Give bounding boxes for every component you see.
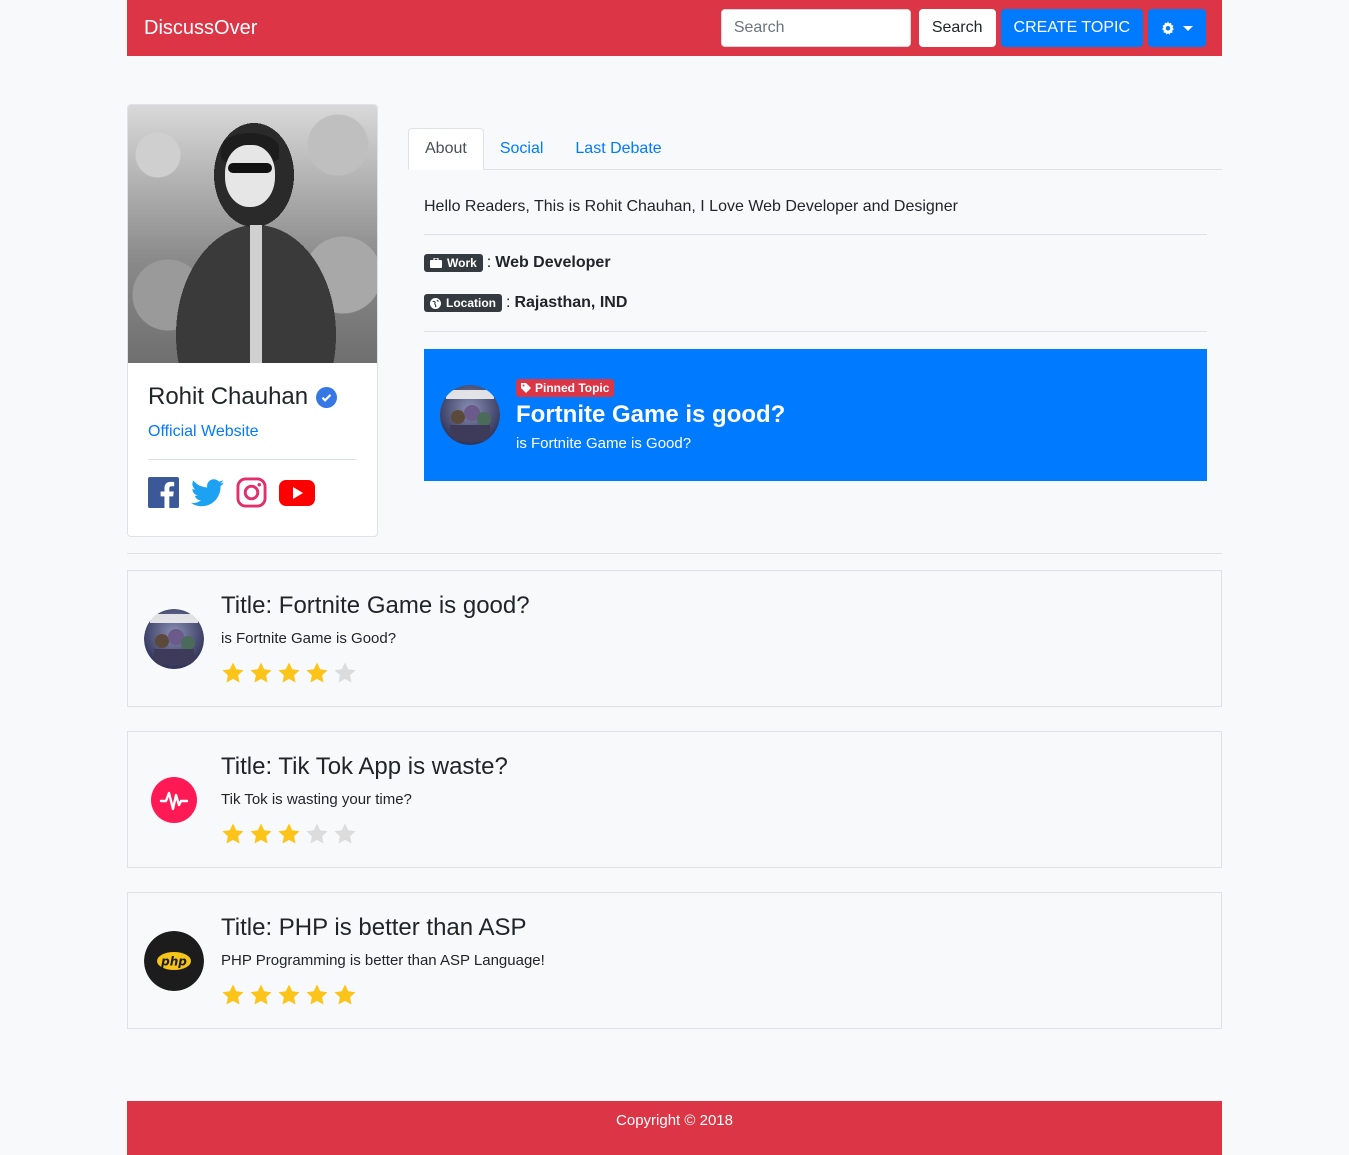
- star-filled-icon[interactable]: [277, 661, 301, 685]
- pinned-description: is Fortnite Game is Good?: [516, 434, 692, 452]
- tab-social[interactable]: Social: [484, 128, 560, 170]
- location-value: Rajasthan, IND: [514, 294, 628, 311]
- instagram-icon[interactable]: [236, 477, 267, 508]
- search-button[interactable]: Search: [918, 9, 996, 47]
- topic-card[interactable]: php Title: PHP is better than ASP PHP Pr…: [127, 892, 1222, 1029]
- profile-photo: [128, 105, 377, 363]
- musically-logo: [144, 770, 204, 830]
- svg-text:php: php: [160, 954, 187, 968]
- fortnite-thumbnail: [440, 385, 500, 445]
- star-filled-icon[interactable]: [333, 983, 357, 1007]
- social-links: [148, 477, 357, 508]
- pinned-title[interactable]: Fortnite Game is good?: [516, 401, 785, 429]
- create-topic-button[interactable]: CREATE TOPIC: [1000, 9, 1143, 47]
- chevron-down-icon: [1183, 25, 1193, 31]
- location-separator: :: [506, 294, 511, 311]
- check-circle-icon: [316, 386, 338, 408]
- copyright-text: Copyright © 2018: [616, 1112, 733, 1129]
- tab-about[interactable]: About: [408, 128, 484, 170]
- star-rating[interactable]: [221, 661, 530, 685]
- star-filled-icon[interactable]: [249, 661, 273, 685]
- work-label: Work: [447, 256, 477, 270]
- location-row: Location : Rajasthan, IND: [424, 294, 627, 312]
- topic-title[interactable]: Title: Tik Tok App is waste?: [221, 753, 508, 781]
- topic-card[interactable]: Title: Tik Tok App is waste? Tik Tok is …: [127, 731, 1222, 868]
- topic-description: is Fortnite Game is Good?: [221, 630, 397, 647]
- brand-logo[interactable]: DiscussOver: [144, 17, 721, 40]
- star-filled-icon[interactable]: [249, 822, 273, 846]
- facebook-icon[interactable]: [148, 477, 179, 508]
- pinned-topic-card[interactable]: Pinned Topic Fortnite Game is good? is F…: [424, 349, 1207, 481]
- star-filled-icon[interactable]: [249, 983, 273, 1007]
- profile-name-row: Rohit Chauhan: [148, 383, 357, 411]
- settings-dropdown-button[interactable]: [1148, 9, 1206, 47]
- location-label: Location: [446, 296, 496, 310]
- profile-name: Rohit Chauhan: [148, 383, 309, 410]
- section-divider: [127, 553, 1222, 554]
- divider: [424, 331, 1207, 332]
- work-separator: :: [486, 254, 492, 271]
- star-empty-icon[interactable]: [305, 822, 329, 846]
- footer: Copyright © 2018: [127, 1101, 1222, 1155]
- pinned-badge-label: Pinned Topic: [535, 380, 610, 395]
- tab-last-debate[interactable]: Last Debate: [559, 128, 677, 170]
- php-logo: php: [144, 930, 204, 991]
- search-input[interactable]: [720, 9, 911, 47]
- fortnite-thumbnail: [144, 608, 204, 669]
- official-website-link[interactable]: Official Website: [148, 423, 357, 441]
- navbar: DiscussOver Search CREATE TOPIC: [127, 0, 1222, 56]
- work-value: Web Developer: [495, 254, 611, 271]
- star-rating[interactable]: [221, 822, 508, 846]
- topic-title[interactable]: Title: Fortnite Game is good?: [221, 592, 530, 620]
- globe-icon: [430, 297, 441, 309]
- star-filled-icon[interactable]: [277, 983, 301, 1007]
- star-empty-icon[interactable]: [333, 661, 357, 685]
- briefcase-icon: [430, 258, 442, 268]
- topic-description: PHP Programming is better than ASP Langu…: [221, 952, 545, 969]
- tag-icon: [521, 382, 531, 393]
- star-rating[interactable]: [221, 983, 545, 1007]
- about-bio: Hello Readers, This is Rohit Chauhan, I …: [424, 198, 958, 215]
- topic-title[interactable]: Title: PHP is better than ASP: [221, 914, 545, 942]
- profile-divider: [148, 459, 357, 460]
- topic-description: Tik Tok is wasting your time?: [221, 791, 412, 808]
- topic-card[interactable]: Title: Fortnite Game is good? is Fortnit…: [127, 570, 1222, 707]
- twitter-icon[interactable]: [191, 478, 224, 507]
- divider: [424, 234, 1207, 235]
- star-filled-icon[interactable]: [221, 822, 245, 846]
- star-filled-icon[interactable]: [221, 661, 245, 685]
- star-filled-icon[interactable]: [277, 822, 301, 846]
- star-filled-icon[interactable]: [305, 661, 329, 685]
- star-empty-icon[interactable]: [333, 822, 357, 846]
- location-badge: Location: [424, 294, 502, 312]
- profile-card: Rohit Chauhan Official Website: [127, 104, 378, 537]
- work-badge: Work: [424, 254, 483, 272]
- gear-icon: [1162, 21, 1174, 35]
- star-filled-icon[interactable]: [305, 983, 329, 1007]
- youtube-icon[interactable]: [279, 479, 315, 506]
- profile-tabs: About Social Last Debate: [408, 128, 1222, 170]
- work-row: Work : Web Developer: [424, 254, 611, 272]
- pinned-badge: Pinned Topic: [516, 378, 615, 397]
- star-filled-icon[interactable]: [221, 983, 245, 1007]
